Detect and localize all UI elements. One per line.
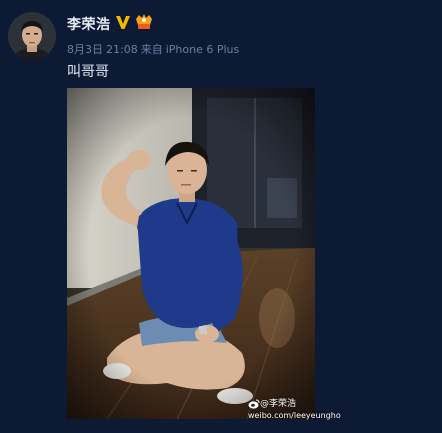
watermark-handle: @李荣浩 [260,399,297,409]
post-text: 叫哥哥 [67,64,109,80]
post-time[interactable]: 21:08 [106,43,138,56]
weibo-logo-icon [248,399,260,409]
post-meta: 8月3日 21:08 来自 iPhone 6 Plus [67,41,242,57]
photo-image [67,88,315,419]
post-source-prefix: 来自 [140,43,163,56]
vip-crown-icon[interactable] [134,13,154,31]
weibo-post: 李荣浩 8月3日 21:08 来自 iPhone 6 Plus 叫哥哥 @李荣浩… [0,0,442,433]
post-source-device[interactable]: iPhone 6 Plus [166,43,240,56]
post-photo[interactable] [67,88,315,419]
avatar[interactable] [8,12,56,60]
photo-watermark: @李荣浩 weibo.com/leeyeungho [248,399,341,421]
watermark-url: weibo.com/leeyeungho [248,410,341,420]
user-name[interactable]: 李荣浩 [67,14,111,34]
verified-v-icon [116,16,130,29]
post-date[interactable]: 8月3日 [67,43,103,56]
